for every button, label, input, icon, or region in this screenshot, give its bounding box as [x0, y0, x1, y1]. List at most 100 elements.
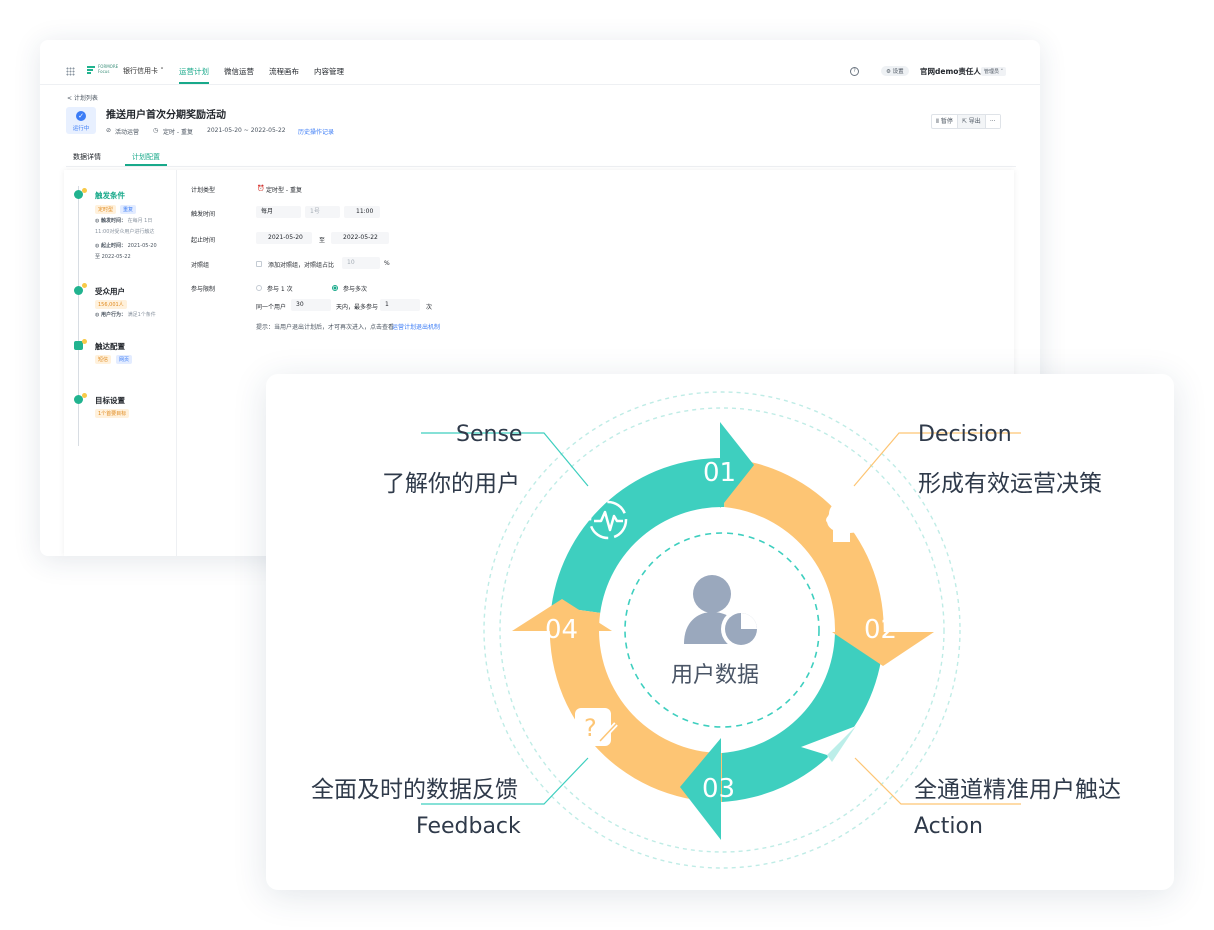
step-audience-title[interactable]: 受众用户 [95, 286, 125, 297]
sense-cn-label: 了解你的用户 [382, 471, 520, 497]
step-goal-title[interactable]: 目标设置 [95, 395, 125, 406]
step-tag: 156,001人 [95, 300, 127, 309]
trigger-frequency-select[interactable]: 每月 [256, 206, 301, 218]
action-en-label: Action [914, 814, 983, 839]
question-note-icon: ? [575, 708, 618, 746]
step-reach-title[interactable]: 触达配置 [95, 341, 125, 352]
user-chart-icon [684, 575, 761, 649]
times-input[interactable]: 1 [380, 299, 420, 311]
nav-flow-canvas[interactable]: 流程画布 [269, 66, 299, 77]
more-button[interactable]: ··· [984, 115, 1000, 128]
limit-multiple-radio[interactable] [332, 285, 338, 291]
end-date-input[interactable]: 2022-05-22 [331, 232, 389, 244]
limit-once-radio[interactable] [256, 285, 262, 291]
exit-rule-link[interactable]: 运营计划退出机制 [392, 322, 440, 331]
help-icon[interactable]: ? [850, 67, 859, 76]
plan-date-range: 2021-05-20 ~ 2022-05-22 [207, 127, 286, 134]
app-grid-icon[interactable] [66, 67, 75, 76]
start-date-input[interactable]: 2021-05-20 [256, 232, 312, 244]
plan-type-value: 定时型 - 重复 [266, 187, 302, 194]
settings-button[interactable]: ⚙ 设置 [881, 66, 909, 76]
nav-content-mgmt[interactable]: 内容管理 [314, 66, 344, 77]
decision-en-label: Decision [918, 422, 1012, 447]
svg-text:?: ? [584, 714, 597, 742]
user-role-badge[interactable]: 管理员 ˅ [981, 67, 1007, 76]
status-badge: ✓ 运行中 [66, 107, 96, 134]
step-number-01: 01 [703, 458, 737, 488]
feedback-en-label: Feedback [416, 814, 521, 839]
user-name[interactable]: 官网demo责任人 [920, 66, 981, 77]
logo-text: FORMORE Focus [98, 64, 119, 74]
percent-unit: % [384, 260, 390, 267]
cycle-diagram: ? [421, 391, 1021, 869]
steps-sidebar: 触发条件 定时型 重复 ◍ 触发时间： 在每月 1日 11:00对受众用户进行触… [64, 170, 177, 556]
step-number-03: 03 [702, 774, 736, 804]
plan-category: 活动运营 [115, 129, 140, 136]
nav-ops-plan[interactable]: 运营计划 [179, 66, 209, 77]
field-label: 对照组 [191, 262, 210, 269]
feedback-cn-label: 全面及时的数据反馈 [311, 777, 518, 803]
detail-value: 在每月 1日 [127, 218, 153, 224]
field-label: 参与限制 [191, 286, 216, 293]
step-tag: 重复 [120, 205, 137, 214]
pause-button[interactable]: Ⅱ 暂停 [932, 115, 957, 128]
control-ratio-input[interactable]: 10 [342, 257, 380, 269]
org-selector[interactable]: 银行信用卡 ˅ [123, 66, 164, 76]
logo-icon [87, 66, 95, 74]
step-trigger-title[interactable]: 触发条件 [95, 190, 125, 201]
decision-cn-label: 形成有效运营决策 [918, 471, 1102, 497]
history-link[interactable]: 历史操作记录 [298, 127, 334, 136]
sense-en-label: Sense [456, 422, 523, 447]
top-nav-bar: FORMORE Focus 银行信用卡 ˅ 运营计划 微信运营 流程画布 内容管… [40, 40, 1040, 85]
alarm-icon: ⏰ [257, 185, 265, 192]
nav-active-indicator [179, 82, 209, 84]
detail-value: 满足1个条件 [127, 312, 156, 318]
control-group-checkbox[interactable] [256, 261, 262, 267]
detail-value: 2021-05-20 [127, 243, 157, 249]
field-label: 计划类型 [191, 187, 216, 194]
page-title: 推送用户首次分期奖励活动 [106, 110, 226, 121]
step-tag: 短信 [95, 355, 112, 364]
step-dot [82, 188, 87, 193]
step-tag: 网页 [116, 355, 133, 364]
tag-icon: ⊘ [106, 127, 112, 134]
tab-plan-config[interactable]: 计划配置 [132, 152, 160, 162]
trigger-day-select[interactable]: 1号 [305, 206, 340, 218]
hint-text: 提示：当用户退出计划后，才可再次进入，点击查看 [256, 324, 395, 331]
limit-once-label: 参与 1 次 [267, 286, 293, 293]
action-buttons: Ⅱ 暂停 ⇱ 导出 ··· [931, 114, 1001, 129]
audience-icon [74, 286, 83, 295]
detail-label: 起止时间： [100, 243, 126, 249]
steps-connector [78, 186, 79, 446]
detail-label: 触发时间： [100, 218, 126, 224]
center-label: 用户数据 [671, 663, 760, 688]
range-detail: ◍ 起止时间： 2021-05-20 [95, 243, 157, 249]
times-unit: 次 [426, 304, 433, 311]
cycle-diagram-card: ? 01 02 03 04 Sense 了解你的用户 Decision 形成有效… [266, 374, 1174, 890]
step-number-04: 04 [545, 615, 579, 645]
trigger-time-detail-cont: 11:00对受众用户进行触达 [95, 229, 154, 236]
decision-segment [724, 458, 884, 636]
tab-data-details[interactable]: 数据详情 [73, 152, 101, 162]
limit-multiple-label: 参与多次 [343, 286, 368, 293]
export-button[interactable]: ⇱ 导出 [956, 115, 985, 128]
nav-wechat-ops[interactable]: 微信运营 [224, 66, 254, 77]
detail-value: 11:00对受众用户进行触达 [95, 229, 155, 235]
status-label: 运行中 [72, 126, 90, 132]
check-icon: ✓ [76, 111, 86, 121]
action-cn-label: 全通道精准用户触达 [914, 777, 1121, 803]
trigger-time-input[interactable]: 11:00 [344, 206, 380, 218]
step-tag: 定时型 [95, 205, 117, 214]
tab-active-indicator [125, 164, 167, 166]
audience-detail: ◍ 用户行为： 满足1个条件 [95, 312, 156, 318]
control-group-text: 添加对照组，对照组占比 [268, 262, 335, 269]
step-dot [82, 393, 87, 398]
days-text: 天内，最多参与 [336, 304, 379, 311]
step-dot [82, 339, 87, 344]
days-input[interactable]: 30 [291, 299, 331, 311]
range-separator: 至 [319, 237, 326, 244]
field-label: 触发时间 [191, 211, 216, 218]
field-label: 起止时间 [191, 237, 216, 244]
same-user-label: 同一个用户 [256, 304, 287, 311]
back-to-plan-list[interactable]: < 计划列表 [67, 93, 98, 102]
